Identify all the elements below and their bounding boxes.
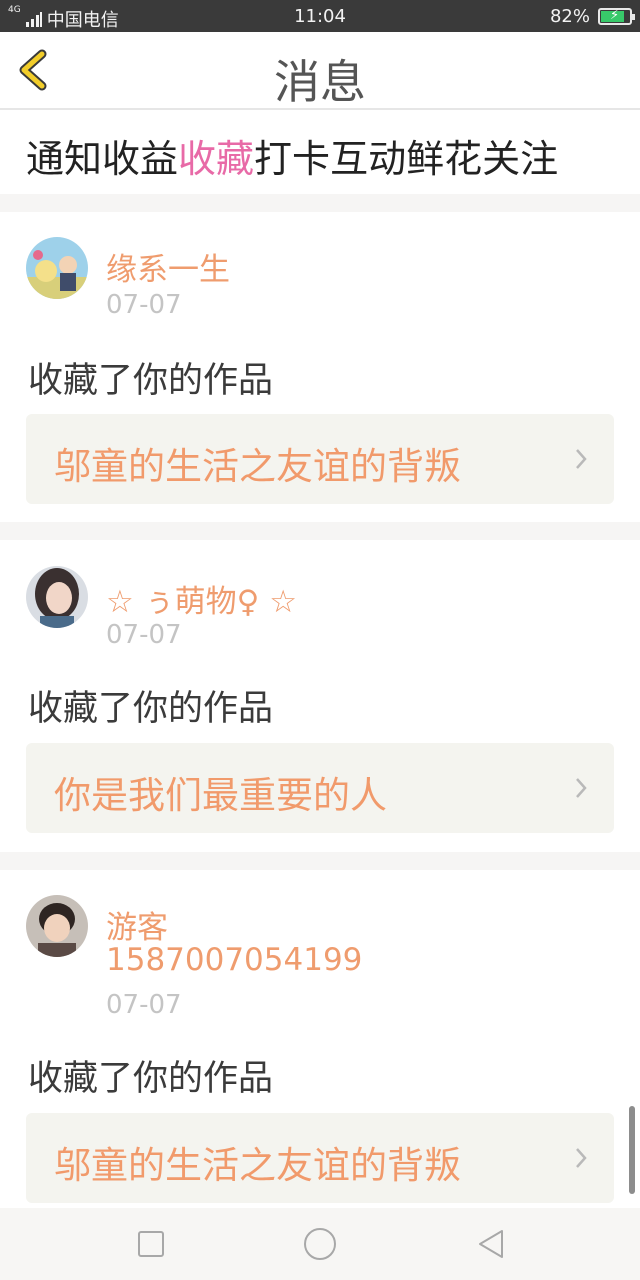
tab-follow[interactable]: 关注: [482, 128, 558, 183]
tab-notification[interactable]: 通知: [26, 128, 102, 183]
status-bar: 4G 中国电信 11:04 82% ⚡: [0, 0, 640, 32]
work-title: 邬童的生活之友谊的背叛: [54, 1144, 461, 1187]
user-id: 1587007054199: [106, 942, 363, 978]
work-link[interactable]: 你是我们最重要的人: [26, 743, 614, 833]
action-text: 收藏了你的作品: [28, 1059, 274, 1099]
scrollbar[interactable]: [629, 1106, 635, 1194]
section-divider: [0, 852, 640, 870]
status-right: 82% ⚡: [549, 6, 635, 27]
section-divider: [0, 194, 640, 212]
tab-list: 通知 收益 收藏 打卡 互动 鲜花 关注: [26, 128, 558, 203]
battery-icon: ⚡: [598, 8, 635, 25]
tab-earnings[interactable]: 收益: [102, 128, 178, 183]
work-link[interactable]: 邬童的生活之友谊的背叛: [26, 1113, 614, 1203]
avatar-image: [26, 895, 88, 957]
system-nav-bar: [0, 1208, 640, 1280]
username[interactable]: 缘系一生: [106, 244, 230, 289]
message-item: 缘系一生 07-07 收藏了你的作品 邬童的生活之友谊的背叛: [0, 212, 640, 522]
message-item: 游客 1587007054199 07-07 收藏了你的作品 邬童的生活之友谊的…: [0, 870, 640, 1208]
username[interactable]: 游客: [106, 902, 168, 947]
tab-interaction[interactable]: 互动: [330, 128, 406, 183]
battery-percent: 82%: [549, 6, 590, 27]
work-title: 你是我们最重要的人: [54, 774, 387, 817]
tab-favorites[interactable]: 收藏: [178, 128, 254, 203]
header: 消息: [0, 32, 640, 110]
chevron-right-icon: [576, 449, 587, 469]
tab-checkin[interactable]: 打卡: [254, 128, 330, 183]
message-date: 07-07: [106, 290, 182, 320]
message-date: 07-07: [106, 620, 182, 650]
charging-bolt-icon: ⚡: [610, 8, 620, 23]
avatar-image: [26, 566, 88, 628]
nav-recent-icon[interactable]: [133, 1226, 169, 1262]
work-title: 邬童的生活之友谊的背叛: [54, 445, 461, 488]
username[interactable]: ☆ ぅ萌物♀ ☆: [106, 576, 297, 621]
message-date: 07-07: [106, 990, 182, 1020]
avatar-image: [26, 237, 88, 299]
nav-back-icon[interactable]: [474, 1226, 510, 1262]
avatar[interactable]: [26, 566, 88, 628]
avatar[interactable]: [26, 895, 88, 957]
status-time: 11:04: [294, 6, 346, 27]
section-divider: [0, 522, 640, 540]
chevron-right-icon: [576, 1148, 587, 1168]
action-text: 收藏了你的作品: [28, 689, 274, 729]
action-text: 收藏了你的作品: [28, 361, 274, 401]
tab-bar: 通知 收益 收藏 打卡 互动 鲜花 关注: [0, 112, 640, 203]
nav-home-icon[interactable]: [302, 1226, 338, 1262]
avatar[interactable]: [26, 237, 88, 299]
chevron-right-icon: [576, 778, 587, 798]
message-item: ☆ ぅ萌物♀ ☆ 07-07 收藏了你的作品 你是我们最重要的人: [0, 540, 640, 852]
tab-flowers[interactable]: 鲜花: [406, 128, 482, 183]
work-link[interactable]: 邬童的生活之友谊的背叛: [26, 414, 614, 504]
page-title: 消息: [274, 55, 366, 109]
